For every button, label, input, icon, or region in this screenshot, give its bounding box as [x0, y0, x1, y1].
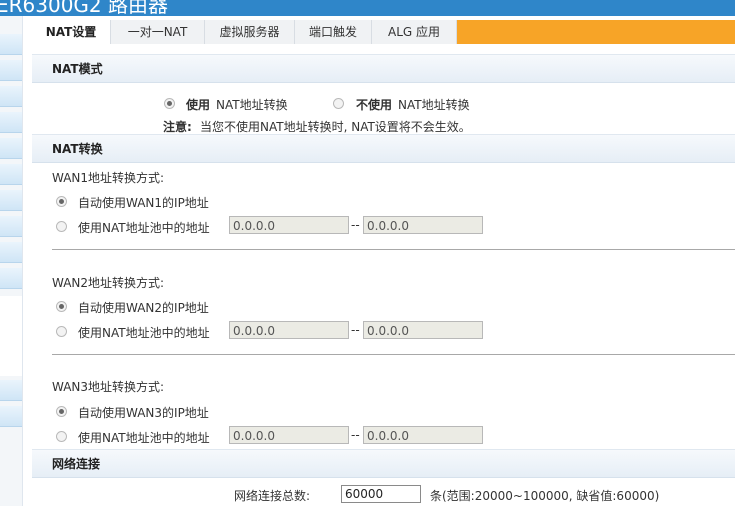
wan2-auto-label: 自动使用WAN2的IP地址 [78, 301, 209, 315]
wan3-pool-start-input[interactable]: 0.0.0.0 [229, 426, 349, 444]
wan2-range-separator: -- [351, 323, 360, 337]
nav-item[interactable] [0, 34, 22, 55]
radio-wan1-auto[interactable] [56, 196, 67, 207]
total-connections-hint: 条(范围:20000~100000, 缺省值:60000) [430, 489, 660, 503]
wan2-title: WAN2地址转换方式: [52, 276, 165, 290]
nav-divider [0, 296, 22, 376]
wan3-pool-end-input[interactable]: 0.0.0.0 [363, 426, 483, 444]
wan1-pool-start-input[interactable]: 0.0.0.0 [229, 216, 349, 234]
use-nat-strong: 使用 [186, 98, 211, 112]
section-nat-mode-heading: NAT模式 [32, 54, 735, 83]
total-connections-input[interactable]: 60000 [341, 485, 421, 503]
section-network-heading: 网络连接 [32, 449, 735, 478]
nav-item[interactable] [0, 242, 22, 263]
use-nat-label: NAT地址转换 [216, 98, 288, 112]
nav-item[interactable] [0, 60, 22, 81]
wan3-pool-label: 使用NAT地址池中的地址 [78, 431, 210, 445]
tab-bar: NAT设置 一对一NAT 虚拟服务器 端口触发 ALG 应用 [32, 20, 735, 44]
wan3-auto-label: 自动使用WAN3的IP地址 [78, 406, 209, 420]
no-nat-label: NAT地址转换 [398, 98, 470, 112]
wan1-pool-label: 使用NAT地址池中的地址 [78, 221, 210, 235]
nav-item[interactable] [0, 216, 22, 237]
wan1-range-separator: -- [351, 218, 360, 232]
nav-item[interactable] [0, 268, 22, 289]
tab-port-trigger[interactable]: 端口触发 [295, 20, 372, 44]
note-label: 注意: [163, 120, 192, 134]
title-bar: ER6300G2 路由器 [0, 0, 735, 16]
nav-item[interactable] [0, 164, 22, 185]
wan1-pool-end-input[interactable]: 0.0.0.0 [363, 216, 483, 234]
tab-virtual-server[interactable]: 虚拟服务器 [205, 20, 295, 44]
nav-item[interactable] [0, 112, 22, 133]
tab-one-to-one-nat[interactable]: 一对一NAT [111, 20, 205, 44]
radio-wan2-pool[interactable] [56, 326, 67, 337]
no-nat-strong: 不使用 [356, 98, 393, 112]
nav-item[interactable] [0, 190, 22, 211]
section-nat-convert-heading: NAT转换 [32, 134, 735, 163]
main-content: NAT模式 使用 NAT地址转换 不使用 NAT地址转换 注意: 当您不使用NA… [32, 44, 735, 506]
wan1-auto-label: 自动使用WAN1的IP地址 [78, 196, 209, 210]
radio-wan1-pool[interactable] [56, 221, 67, 232]
tab-nat-settings[interactable]: NAT设置 [32, 20, 111, 44]
wan2-pool-start-input[interactable]: 0.0.0.0 [229, 321, 349, 339]
total-connections-label: 网络连接总数: [234, 489, 311, 503]
nav-item[interactable] [0, 86, 22, 107]
wan3-range-separator: -- [351, 428, 360, 442]
divider [52, 354, 735, 355]
radio-wan3-auto[interactable] [56, 406, 67, 417]
nav-item[interactable] [0, 380, 22, 401]
wan2-pool-end-input[interactable]: 0.0.0.0 [363, 321, 483, 339]
app-title: ER6300G2 路由器 [0, 0, 169, 16]
note-text: 当您不使用NAT地址转换时, NAT设置将不会生效。 [200, 120, 471, 134]
left-nav [0, 16, 23, 506]
radio-wan3-pool[interactable] [56, 431, 67, 442]
divider [52, 249, 735, 250]
nav-item[interactable] [0, 138, 22, 159]
radio-wan2-auto[interactable] [56, 301, 67, 312]
nav-item[interactable] [0, 406, 22, 427]
tab-alg[interactable]: ALG 应用 [372, 20, 457, 44]
wan1-title: WAN1地址转换方式: [52, 171, 165, 185]
wan3-title: WAN3地址转换方式: [52, 380, 165, 394]
wan2-pool-label: 使用NAT地址池中的地址 [78, 326, 210, 340]
radio-no-nat[interactable] [333, 98, 344, 109]
radio-use-nat[interactable] [164, 98, 175, 109]
